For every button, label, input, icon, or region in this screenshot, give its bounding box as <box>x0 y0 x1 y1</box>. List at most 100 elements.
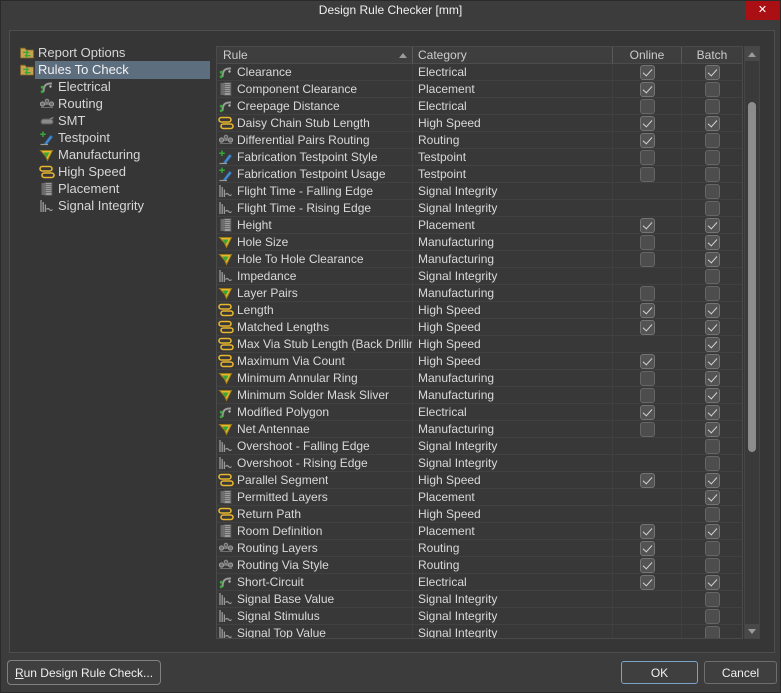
sidebar-item-report-options[interactable]: Report Options <box>13 44 210 61</box>
cancel-button[interactable]: Cancel <box>704 661 777 684</box>
batch-checkbox[interactable] <box>704 64 720 80</box>
scroll-up-button[interactable] <box>745 47 759 62</box>
close-button[interactable]: ✕ <box>746 1 779 20</box>
table-row[interactable]: Parallel Segment High Speed <box>217 472 742 489</box>
batch-checkbox[interactable] <box>704 319 720 335</box>
table-row[interactable]: Differential Pairs Routing Routing <box>217 132 742 149</box>
titlebar[interactable]: Design Rule Checker [mm] ✕ <box>1 1 780 21</box>
column-header-online[interactable]: Online <box>612 47 681 63</box>
run-design-rule-check-button[interactable]: Run Design Rule Check... <box>7 660 161 685</box>
batch-checkbox[interactable] <box>704 489 720 505</box>
column-header-batch[interactable]: Batch <box>681 47 742 63</box>
table-row[interactable]: Minimum Solder Mask Sliver Manufacturing <box>217 387 742 404</box>
sidebar-item-electrical[interactable]: Electrical <box>13 78 210 95</box>
table-row[interactable]: Short-Circuit Electrical <box>217 574 742 591</box>
batch-checkbox[interactable] <box>704 523 720 539</box>
batch-checkbox[interactable] <box>704 302 720 318</box>
table-row[interactable]: Hole Size Manufacturing <box>217 234 742 251</box>
online-checkbox[interactable] <box>639 387 655 403</box>
table-row[interactable]: Creepage Distance Electrical <box>217 98 742 115</box>
batch-checkbox[interactable] <box>704 455 720 471</box>
table-row[interactable]: Modified Polygon Electrical <box>217 404 742 421</box>
table-row[interactable]: Room Definition Placement <box>217 523 742 540</box>
batch-checkbox[interactable] <box>704 506 720 522</box>
online-checkbox[interactable] <box>639 353 655 369</box>
batch-checkbox[interactable] <box>704 268 720 284</box>
table-row[interactable]: Routing Via Style Routing <box>217 557 742 574</box>
table-row[interactable]: Signal Top Value Signal Integrity <box>217 625 742 638</box>
table-row[interactable]: Signal Base Value Signal Integrity <box>217 591 742 608</box>
online-checkbox[interactable] <box>639 81 655 97</box>
batch-checkbox[interactable] <box>704 217 720 233</box>
online-checkbox[interactable] <box>639 421 655 437</box>
table-row[interactable]: Length High Speed <box>217 302 742 319</box>
online-checkbox[interactable] <box>639 217 655 233</box>
online-checkbox[interactable] <box>639 574 655 590</box>
table-row[interactable]: Overshoot - Rising Edge Signal Integrity <box>217 455 742 472</box>
table-row[interactable]: Component Clearance Placement <box>217 81 742 98</box>
batch-checkbox[interactable] <box>704 115 720 131</box>
batch-checkbox[interactable] <box>704 591 720 607</box>
table-row[interactable]: Fabrication Testpoint Usage Testpoint <box>217 166 742 183</box>
batch-checkbox[interactable] <box>704 183 720 199</box>
ok-button[interactable]: OK <box>621 661 698 684</box>
online-checkbox[interactable] <box>639 64 655 80</box>
table-row[interactable]: Net Antennae Manufacturing <box>217 421 742 438</box>
online-checkbox[interactable] <box>639 404 655 420</box>
batch-checkbox[interactable] <box>704 81 720 97</box>
online-checkbox[interactable] <box>639 251 655 267</box>
batch-checkbox[interactable] <box>704 625 720 638</box>
column-header-rule[interactable]: Rule <box>217 47 412 63</box>
batch-checkbox[interactable] <box>704 98 720 114</box>
scrollbar-thumb[interactable] <box>748 102 756 452</box>
online-checkbox[interactable] <box>639 98 655 114</box>
online-checkbox[interactable] <box>639 557 655 573</box>
table-row[interactable]: Minimum Annular Ring Manufacturing <box>217 370 742 387</box>
batch-checkbox[interactable] <box>704 421 720 437</box>
scroll-down-button[interactable] <box>745 623 759 638</box>
batch-checkbox[interactable] <box>704 387 720 403</box>
online-checkbox[interactable] <box>639 285 655 301</box>
table-row[interactable]: Impedance Signal Integrity <box>217 268 742 285</box>
batch-checkbox[interactable] <box>704 472 720 488</box>
sidebar-item-rules-to-check[interactable]: Rules To Check <box>13 60 210 79</box>
sidebar-item-placement[interactable]: Placement <box>13 180 210 197</box>
batch-checkbox[interactable] <box>704 285 720 301</box>
batch-checkbox[interactable] <box>704 540 720 556</box>
online-checkbox[interactable] <box>639 472 655 488</box>
table-row[interactable]: Overshoot - Falling Edge Signal Integrit… <box>217 438 742 455</box>
table-row[interactable]: Flight Time - Falling Edge Signal Integr… <box>217 183 742 200</box>
batch-checkbox[interactable] <box>704 574 720 590</box>
batch-checkbox[interactable] <box>704 404 720 420</box>
online-checkbox[interactable] <box>639 302 655 318</box>
table-row[interactable]: Maximum Via Count High Speed <box>217 353 742 370</box>
online-checkbox[interactable] <box>639 234 655 250</box>
batch-checkbox[interactable] <box>704 149 720 165</box>
table-row[interactable]: Permitted Layers Placement <box>217 489 742 506</box>
table-row[interactable]: Flight Time - Rising Edge Signal Integri… <box>217 200 742 217</box>
batch-checkbox[interactable] <box>704 557 720 573</box>
batch-checkbox[interactable] <box>704 370 720 386</box>
online-checkbox[interactable] <box>639 540 655 556</box>
online-checkbox[interactable] <box>639 149 655 165</box>
online-checkbox[interactable] <box>639 370 655 386</box>
sidebar-item-signal-integrity[interactable]: Signal Integrity <box>13 197 210 214</box>
table-scrollbar[interactable] <box>744 46 760 639</box>
table-row[interactable]: Clearance Electrical <box>217 64 742 81</box>
online-checkbox[interactable] <box>639 319 655 335</box>
column-header-category[interactable]: Category <box>412 47 612 63</box>
table-row[interactable]: Max Via Stub Length (Back Drilling) High… <box>217 336 742 353</box>
table-row[interactable]: Hole To Hole Clearance Manufacturing <box>217 251 742 268</box>
table-row[interactable]: Daisy Chain Stub Length High Speed <box>217 115 742 132</box>
batch-checkbox[interactable] <box>704 353 720 369</box>
batch-checkbox[interactable] <box>704 251 720 267</box>
sidebar-item-smt[interactable]: SMT <box>13 112 210 129</box>
table-row[interactable]: Return Path High Speed <box>217 506 742 523</box>
table-row[interactable]: Fabrication Testpoint Style Testpoint <box>217 149 742 166</box>
batch-checkbox[interactable] <box>704 132 720 148</box>
batch-checkbox[interactable] <box>704 200 720 216</box>
table-row[interactable]: Layer Pairs Manufacturing <box>217 285 742 302</box>
batch-checkbox[interactable] <box>704 166 720 182</box>
online-checkbox[interactable] <box>639 523 655 539</box>
sidebar-item-testpoint[interactable]: Testpoint <box>13 129 210 146</box>
